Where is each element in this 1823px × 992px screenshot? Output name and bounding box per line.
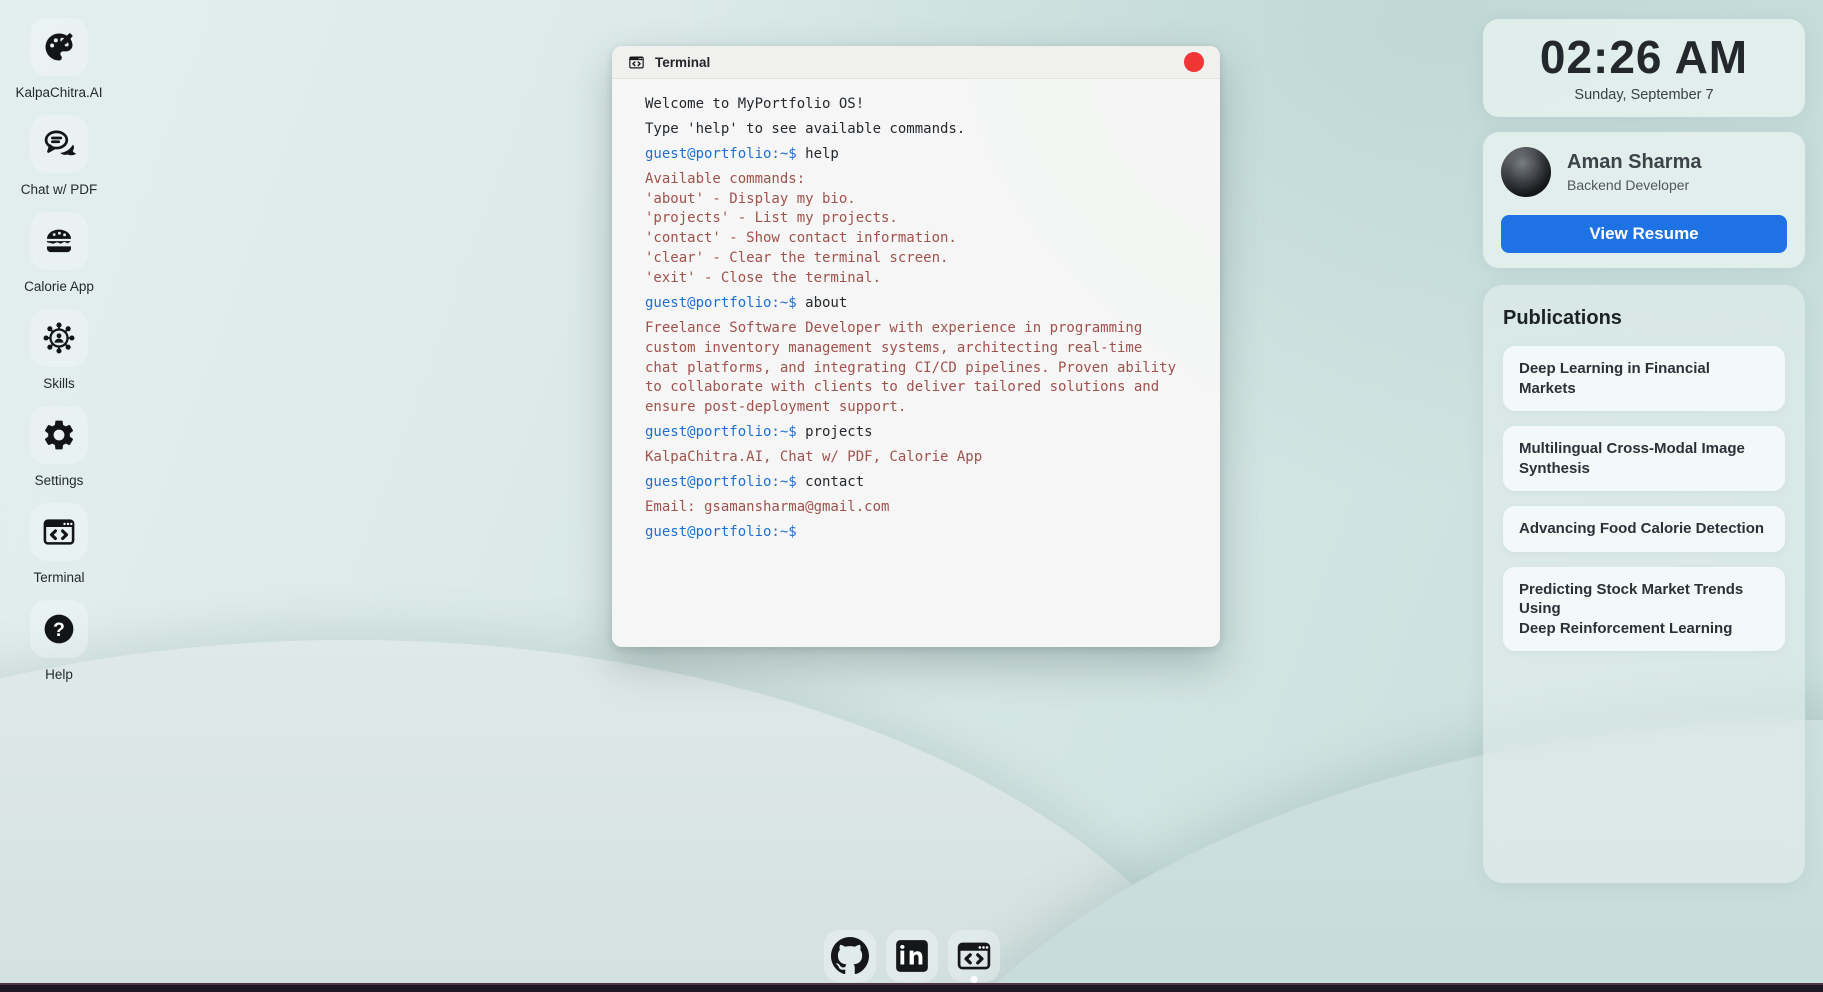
profile-name: Aman Sharma: [1567, 151, 1702, 174]
terminal-command: contact: [797, 474, 864, 490]
app-icon-box: [30, 18, 88, 76]
app-label: Help: [45, 667, 73, 682]
terminal-command: projects: [797, 424, 873, 440]
publications-panel: Publications Deep Learning in Financial …: [1483, 285, 1805, 883]
publication-item[interactable]: Deep Learning in Financial Markets: [1503, 346, 1785, 411]
app-chat-w-pdf[interactable]: Chat w/ PDF: [18, 115, 100, 201]
app-label: Settings: [35, 473, 84, 488]
chat-icon: [41, 126, 77, 162]
app-label: Chat w/ PDF: [21, 182, 98, 197]
terminal-line: guest@portfolio:~$ about: [645, 294, 1187, 314]
gear-icon: [41, 417, 77, 453]
dock-linkedin[interactable]: [886, 930, 938, 982]
app-kalpachitra-ai[interactable]: KalpaChitra.AI: [18, 18, 100, 104]
terminal-line: Email: gsamansharma@gmail.com: [645, 498, 1187, 518]
app-label: Skills: [43, 376, 75, 391]
terminal-line: guest@portfolio:~$ contact: [645, 473, 1187, 493]
terminal-titlebar[interactable]: Terminal: [612, 46, 1220, 79]
publications-list: Deep Learning in Financial Markets Multil…: [1503, 346, 1785, 651]
app-label: KalpaChitra.AI: [15, 85, 102, 100]
dock-terminal[interactable]: [948, 930, 1000, 982]
burger-icon: [41, 223, 77, 259]
help-icon: ?: [41, 611, 77, 647]
publications-heading: Publications: [1503, 307, 1785, 330]
publication-item[interactable]: Multilingual Cross-Modal Image Synthesis: [1503, 426, 1785, 491]
close-button[interactable]: [1184, 52, 1204, 72]
app-settings[interactable]: Settings: [18, 406, 100, 492]
app-skills[interactable]: Skills: [18, 309, 100, 395]
terminal-icon: [628, 54, 645, 71]
dock: [824, 930, 1000, 982]
wallpaper-shape: [0, 640, 1260, 992]
terminal-line: Welcome to MyPortfolio OS!: [645, 95, 1187, 115]
app-calorie-app[interactable]: Calorie App: [18, 212, 100, 298]
window-title: Terminal: [655, 55, 710, 70]
terminal-prompt: guest@portfolio:~$: [645, 424, 797, 440]
dock-github[interactable]: [824, 930, 876, 982]
active-indicator: [970, 976, 977, 983]
terminal-icon: [955, 937, 993, 975]
app-icon-box: [30, 212, 88, 270]
terminal-prompt: guest@portfolio:~$: [645, 295, 797, 311]
svg-text:?: ?: [53, 619, 65, 641]
terminal-command: about: [797, 295, 848, 311]
app-icon-box: ?: [30, 600, 88, 658]
app-label: Terminal: [33, 570, 84, 585]
terminal-line: guest@portfolio:~$ projects: [645, 423, 1187, 443]
profile-role: Backend Developer: [1567, 177, 1702, 193]
app-terminal[interactable]: Terminal: [18, 503, 100, 589]
terminal-line: guest@portfolio:~$ help: [645, 145, 1187, 165]
terminal-icon: [41, 514, 77, 550]
app-icon-box: [30, 406, 88, 464]
terminal-prompt: guest@portfolio:~$: [645, 524, 797, 540]
palette-icon: [41, 29, 77, 65]
clock-date: Sunday, September 7: [1574, 87, 1713, 103]
publication-item[interactable]: Advancing Food Calorie Detection: [1503, 506, 1785, 552]
desktop-app-grid: KalpaChitra.AI Chat w/ PDF Calorie App Skil…: [18, 18, 100, 697]
taskbar-strip: [0, 983, 1823, 992]
app-icon-box: [30, 309, 88, 367]
terminal-line: Available commands: 'about' - Display my…: [645, 170, 1187, 289]
terminal-command: help: [797, 146, 839, 162]
view-resume-button[interactable]: View Resume: [1501, 215, 1787, 253]
app-icon-box: [30, 503, 88, 561]
linkedin-icon: [893, 937, 931, 975]
terminal-window: Terminal Welcome to MyPortfolio OS! Type …: [612, 46, 1220, 647]
skills-network-icon: [41, 320, 77, 356]
publication-item[interactable]: Predicting Stock Market Trends Using Dee…: [1503, 567, 1785, 652]
terminal-line: guest@portfolio:~$: [645, 523, 1187, 543]
profile-card: Aman Sharma Backend Developer View Resum…: [1483, 132, 1805, 268]
app-label: Calorie App: [24, 279, 94, 294]
terminal-line: Type 'help' to see available commands.: [645, 120, 1187, 140]
terminal-prompt: guest@portfolio:~$: [645, 146, 797, 162]
github-icon: [831, 937, 869, 975]
app-help[interactable]: ? Help: [18, 600, 100, 686]
terminal-line: KalpaChitra.AI, Chat w/ PDF, Calorie App: [645, 448, 1187, 468]
clock-time: 02:26 AM: [1540, 34, 1748, 80]
app-icon-box: [30, 115, 88, 173]
terminal-prompt: guest@portfolio:~$: [645, 474, 797, 490]
terminal-line: Freelance Software Developer with experi…: [645, 319, 1187, 418]
clock-widget: 02:26 AM Sunday, September 7: [1483, 19, 1805, 117]
terminal-body[interactable]: Welcome to MyPortfolio OS! Type 'help' to…: [612, 79, 1220, 543]
avatar: [1501, 147, 1551, 197]
